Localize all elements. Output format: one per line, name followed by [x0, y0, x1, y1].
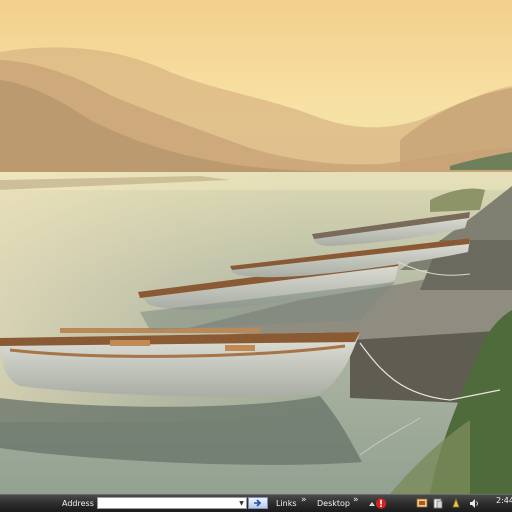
system-clock[interactable]: 2:44	[496, 496, 512, 506]
device-icon[interactable]	[450, 497, 462, 510]
address-label: Address	[62, 499, 94, 508]
chevron-down-icon[interactable]: ▼	[237, 498, 246, 508]
security-shield-icon[interactable]	[375, 497, 387, 510]
go-button[interactable]	[248, 497, 268, 509]
links-chevron-icon[interactable]: »	[301, 495, 307, 505]
desktop[interactable]: Address ▼ » Links » Desktop 2:44	[0, 0, 512, 512]
links-toolbar-label[interactable]: Links	[276, 498, 297, 510]
go-arrow-icon	[254, 499, 262, 507]
speaker-icon[interactable]	[468, 497, 480, 510]
taskbar: Address ▼ » Links » Desktop 2:44	[0, 494, 512, 512]
network-icon[interactable]	[416, 497, 428, 510]
desktop-toolbar-label[interactable]: Desktop	[317, 498, 350, 510]
desktop-wallpaper	[0, 0, 512, 494]
address-input[interactable]	[97, 497, 247, 509]
folder-icon[interactable]	[432, 497, 444, 510]
desktop-chevron-icon[interactable]: »	[353, 495, 359, 505]
